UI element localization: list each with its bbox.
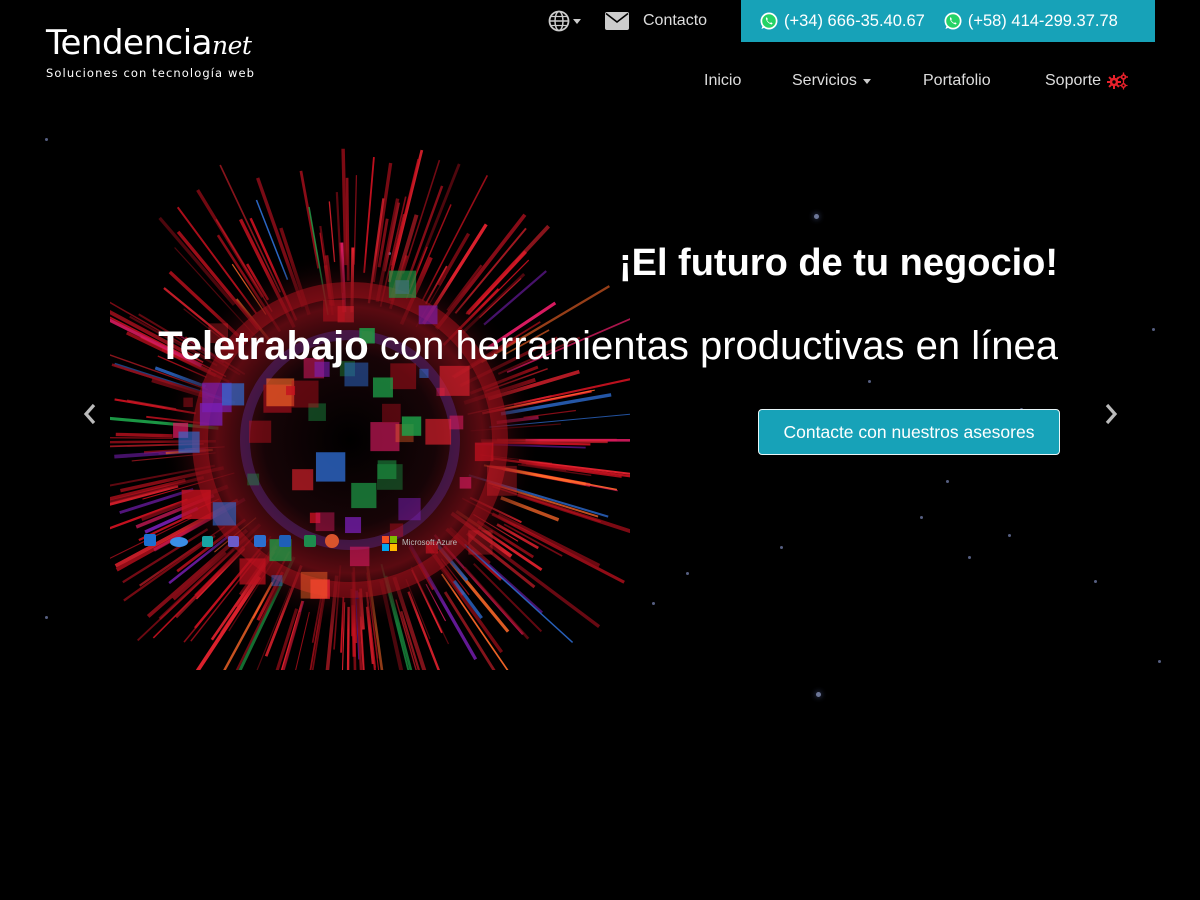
hero-subline-rest: con herramientas productivas en línea [368, 324, 1058, 368]
art-caption: Microsoft Azure [402, 538, 458, 547]
chevron-down-icon [862, 78, 871, 84]
nav-label: Inicio [704, 72, 742, 89]
hero-subline-bold: Teletrabajo [158, 324, 369, 368]
phone-bar: (+34) 666-35.40.67 (+58) 414-299.37.78 [741, 0, 1155, 42]
brand-logo[interactable]: Tendencianet Soluciones con tecnología w… [46, 24, 255, 80]
contact-label: Contacto [643, 12, 708, 29]
logo-wordmark: Tendencianet [46, 23, 252, 63]
nav-item-inicio[interactable]: Inicio [704, 72, 792, 90]
nav-label: Soporte [1045, 72, 1102, 89]
nav-label: Servicios [792, 72, 857, 89]
phone-link-venezuela[interactable]: (+58) 414-299.37.78 [943, 11, 1118, 31]
envelope-icon [605, 12, 629, 30]
logo-tagline: Soluciones con tecnología web [46, 66, 256, 80]
contact-advisors-button[interactable]: Contacte con nuestros asesores [758, 409, 1060, 455]
language-selector[interactable] [548, 10, 581, 32]
top-bar: Contacto [548, 0, 707, 42]
phone-number: (+34) 666-35.40.67 [784, 11, 925, 30]
nav-item-servicios[interactable]: Servicios [792, 72, 923, 90]
contact-link[interactable]: Contacto [605, 12, 707, 30]
nav-label: Portafolio [923, 72, 991, 89]
carousel-prev-button[interactable] [74, 398, 106, 430]
main-nav: Inicio Servicios Portafolio Soporte [704, 72, 1129, 90]
hero-headline: ¡El futuro de tu negocio! [618, 242, 1058, 284]
gears-icon [1107, 72, 1129, 90]
nav-item-portafolio[interactable]: Portafolio [923, 72, 1045, 90]
whatsapp-icon [760, 12, 778, 30]
hero-burst-artwork: Microsoft Azure [110, 148, 630, 670]
hero-subline: Teletrabajo con herramientas productivas… [158, 324, 1058, 369]
globe-icon [548, 10, 570, 32]
chevron-down-icon [573, 18, 581, 24]
nav-item-soporte[interactable]: Soporte [1045, 72, 1129, 90]
phone-number: (+58) 414-299.37.78 [967, 11, 1118, 30]
whatsapp-icon [944, 12, 962, 30]
phone-link-spain[interactable]: (+34) 666-35.40.67 [759, 11, 925, 31]
chevron-left-icon [83, 403, 96, 425]
carousel-next-button[interactable] [1095, 398, 1127, 430]
chevron-right-icon [1105, 403, 1118, 425]
